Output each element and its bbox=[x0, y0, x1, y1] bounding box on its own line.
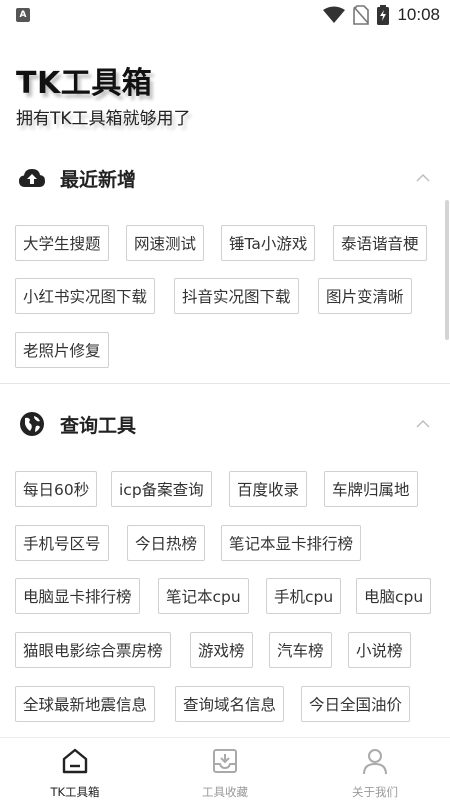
tool-chip[interactable]: 图片变清晰 bbox=[318, 278, 412, 314]
nav-label-about: 关于我们 bbox=[352, 785, 398, 799]
tool-chip[interactable]: 小说榜 bbox=[348, 632, 411, 668]
scrollbar[interactable] bbox=[445, 200, 449, 340]
tool-chip[interactable]: 百度收录 bbox=[229, 471, 308, 507]
tool-chip[interactable]: 网速测试 bbox=[126, 225, 205, 261]
home-icon bbox=[60, 746, 90, 776]
no-sim-icon bbox=[353, 5, 370, 25]
tool-chip[interactable]: 小红书实况图下载 bbox=[15, 278, 156, 314]
tool-chip[interactable]: icp备案查询 bbox=[111, 471, 212, 507]
globe-icon bbox=[18, 410, 46, 438]
nav-label-favorites: 工具收藏 bbox=[202, 785, 248, 799]
section-divider bbox=[0, 383, 450, 384]
wifi-icon bbox=[323, 6, 346, 23]
bottom-nav: TK工具箱 工具收藏 关于我们 bbox=[0, 737, 450, 800]
tool-chip[interactable]: 抖音实况图下载 bbox=[174, 278, 299, 314]
tool-chip[interactable]: 电脑cpu bbox=[356, 578, 432, 614]
section-header-query[interactable]: 查询工具 bbox=[18, 409, 438, 439]
tool-chip[interactable]: 老照片修复 bbox=[15, 332, 109, 368]
section-header-recent[interactable]: 最近新增 bbox=[18, 163, 438, 193]
tool-chip[interactable]: 今日热榜 bbox=[127, 525, 206, 561]
tool-chip[interactable]: 笔记本显卡排行榜 bbox=[221, 525, 362, 561]
tool-chip[interactable]: 手机cpu bbox=[266, 578, 342, 614]
section-title-query: 查询工具 bbox=[60, 414, 137, 437]
tool-chip[interactable]: 游戏榜 bbox=[190, 632, 253, 668]
person-icon bbox=[360, 746, 390, 776]
tool-chip[interactable]: 今日全国油价 bbox=[301, 686, 411, 722]
status-bar: A 10:08 bbox=[0, 0, 450, 32]
tool-chip[interactable]: 大学生搜题 bbox=[15, 225, 109, 261]
tool-chip[interactable]: 汽车榜 bbox=[269, 632, 332, 668]
nav-item-toolbox[interactable]: TK工具箱 bbox=[0, 738, 150, 800]
nav-item-about[interactable]: 关于我们 bbox=[300, 738, 450, 800]
tool-chip[interactable]: 笔记本cpu bbox=[158, 578, 249, 614]
tool-chip[interactable]: 手机号区号 bbox=[15, 525, 109, 561]
tool-chip[interactable]: 车牌归属地 bbox=[324, 471, 418, 507]
status-time: 10:08 bbox=[397, 5, 440, 24]
notification-icon: A bbox=[16, 8, 30, 22]
nav-item-favorites[interactable]: 工具收藏 bbox=[150, 738, 300, 800]
tool-chip[interactable]: 锤Ta小游戏 bbox=[221, 225, 316, 261]
tool-chip[interactable]: 泰语谐音梗 bbox=[333, 225, 427, 261]
archive-icon bbox=[210, 746, 240, 776]
tool-chip[interactable]: 全球最新地震信息 bbox=[15, 686, 156, 722]
tool-chip[interactable]: 查询域名信息 bbox=[175, 686, 285, 722]
cloud-upload-icon bbox=[18, 164, 46, 192]
section-title-recent: 最近新增 bbox=[60, 168, 137, 191]
tool-chip[interactable]: 猫眼电影综合票房榜 bbox=[15, 632, 171, 668]
battery-charging-icon bbox=[377, 5, 390, 25]
chevron-up-icon[interactable] bbox=[414, 169, 432, 187]
tool-chip[interactable]: 每日60秒 bbox=[15, 471, 98, 507]
app-subtitle: 拥有TK工具箱就够用了 bbox=[16, 109, 191, 129]
nav-label-toolbox: TK工具箱 bbox=[50, 785, 100, 799]
app-title: TK工具箱 bbox=[16, 66, 153, 101]
tool-chip[interactable]: 电脑显卡排行榜 bbox=[15, 578, 140, 614]
status-icons: 10:08 bbox=[323, 5, 440, 25]
chevron-up-icon[interactable] bbox=[414, 415, 432, 433]
